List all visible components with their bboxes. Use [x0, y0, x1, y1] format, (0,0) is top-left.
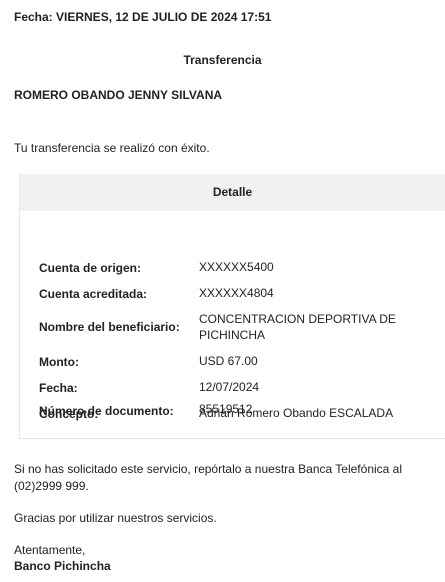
success-message: Tu transferencia se realizó con éxito. [14, 141, 210, 155]
thanks-message: Gracias por utilizar nuestros servicios. [14, 511, 217, 525]
notice-line-1: Si no has solicitado este servicio, repó… [14, 462, 403, 476]
date-value: 12/07/2024 [199, 380, 260, 394]
detail-card: Detalle Cuenta de origen: XXXXXX5400 Cue… [19, 174, 445, 439]
recipient-name: ROMERO OBANDO JENNY SILVANA [14, 88, 223, 102]
signature: Banco Pichincha [14, 559, 111, 573]
origin-account-label: Cuenta de origen: [39, 261, 142, 275]
page-title: Transferencia [183, 53, 262, 67]
credited-account-label: Cuenta acreditada: [39, 287, 148, 301]
email-date: Fecha: VIERNES, 12 DE JULIO DE 2024 17:5… [14, 10, 272, 24]
credited-account-value: XXXXXX4804 [199, 286, 274, 300]
beneficiary-label: Nombre del beneficiario: [39, 320, 180, 334]
document-number-label: Número de documento: [39, 404, 174, 418]
detail-header: Detalle [20, 174, 445, 211]
beneficiary-value: CONCENTRACION DEPORTIVA DE PICHINCHA [199, 312, 396, 342]
document-number-value: 85519512 [199, 402, 253, 416]
closing-text: Atentamente, [14, 543, 86, 557]
notice-line-2: (02)2999 999. [14, 479, 89, 493]
origin-account-value: XXXXXX5400 [199, 260, 274, 274]
amount-value: USD 67.00 [199, 354, 258, 368]
amount-label: Monto: [39, 355, 79, 369]
date-label: Fecha: [39, 381, 78, 395]
